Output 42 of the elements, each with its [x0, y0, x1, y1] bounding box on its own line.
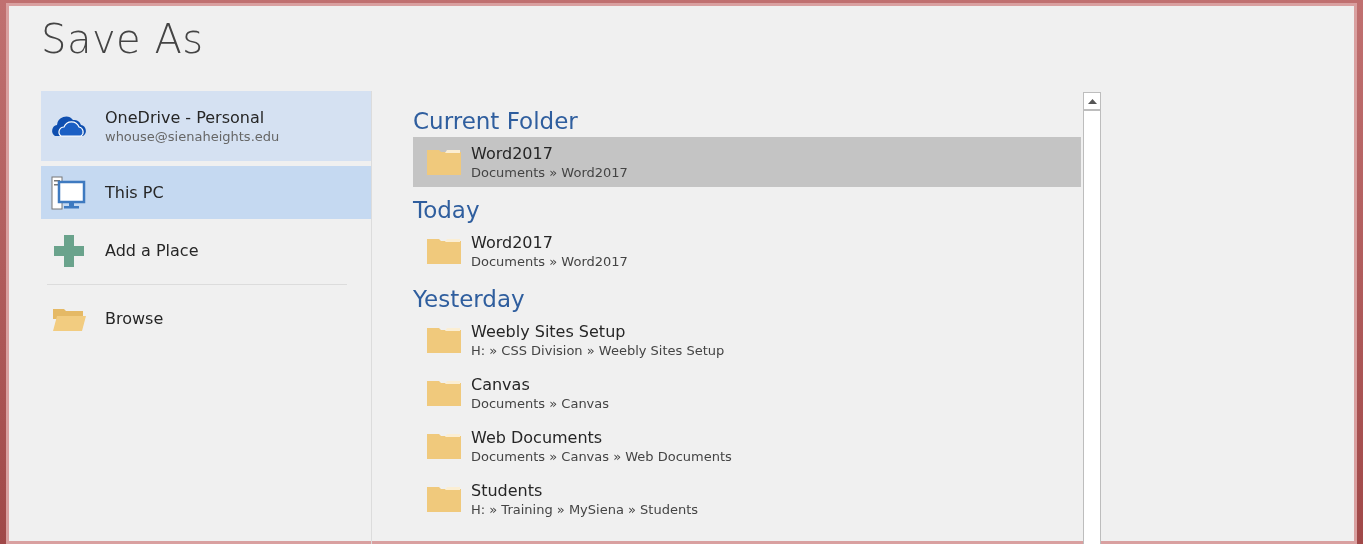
folder-name: Word2017: [471, 144, 554, 163]
folder-icon: [427, 433, 461, 459]
folder-icon: [427, 327, 461, 353]
folder-path: H: » CSS Division » Weebly Sites Setup: [471, 343, 725, 358]
place-item[interactable]: Browse: [41, 292, 371, 345]
folder-path: Documents » Word2017: [471, 254, 628, 269]
folder-name: Weebly Sites Setup: [471, 322, 627, 341]
folder-name: Students: [471, 481, 544, 500]
folder-row[interactable]: Word2017 Documents » Word2017: [413, 226, 1081, 276]
folder-icon: [427, 380, 461, 406]
folder-icon: [427, 238, 461, 264]
group-heading: Today: [413, 196, 481, 225]
page-title: Save As: [41, 15, 205, 64]
folder-row[interactable]: Web Documents Documents » Canvas » Web Documents: [413, 421, 1081, 471]
place-label: Add a Place: [105, 241, 199, 260]
scrollbar[interactable]: [1083, 92, 1101, 544]
place-item[interactable]: This PC: [41, 166, 371, 219]
folder-row[interactable]: Canvas Documents » Canvas: [413, 368, 1081, 418]
computer-icon: [51, 175, 87, 210]
place-label: Browse: [105, 309, 164, 328]
group-heading: Yesterday: [413, 285, 526, 314]
place-item[interactable]: Add a Place: [41, 224, 371, 277]
place-label: OneDrive - Personal: [105, 108, 266, 127]
place-account: whouse@sienaheights.edu: [105, 129, 280, 144]
folder-name: Canvas: [471, 375, 531, 394]
folder-path: Documents » Canvas » Web Documents: [471, 449, 732, 464]
folder-row[interactable]: Students H: » Training » MySiena » Students: [413, 474, 1081, 524]
plus-icon: [51, 234, 87, 267]
folder-name: Web Documents: [471, 428, 604, 447]
group-heading: Current Folder: [413, 107, 579, 136]
scroll-up-icon[interactable]: [1087, 98, 1097, 104]
place-item[interactable]: OneDrive - Personal whouse@sienaheights.edu: [41, 91, 371, 161]
place-label: This PC: [105, 183, 164, 202]
folder-path: Documents » Canvas: [471, 396, 610, 411]
folder-icon: [427, 149, 461, 175]
cloud-icon: [51, 114, 87, 138]
folder-path: H: » Training » MySiena » Students: [471, 502, 699, 517]
folder-icon: [427, 486, 461, 512]
folder-path: Documents » Word2017: [471, 165, 628, 180]
folder-row[interactable]: Word2017 Documents » Word2017: [413, 137, 1081, 187]
folder-name: Word2017: [471, 233, 554, 252]
folder-row[interactable]: Weebly Sites Setup H: » CSS Division » Weebly Sites Setup: [413, 315, 1081, 365]
